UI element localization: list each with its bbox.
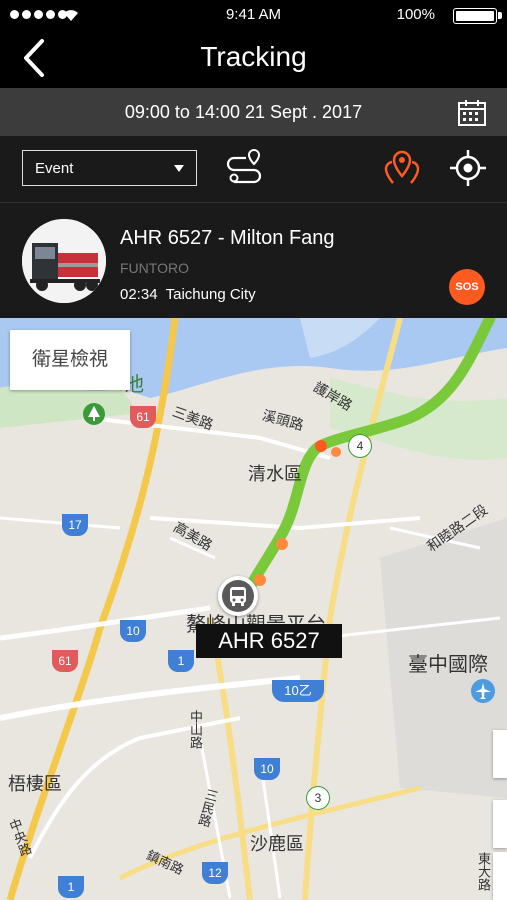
- route-icon[interactable]: [224, 148, 264, 188]
- date-range-bar: 09:00 to 14:00 21 Sept . 2017: [0, 88, 507, 136]
- status-bar: 9:41 AM 100%: [0, 0, 507, 30]
- vehicle-photo: [22, 219, 106, 303]
- map-view[interactable]: 清水區 沙鹿區 梧棲區 臺中國際 鰲峰山觀景平台 三美路 高美路 溪頭路 護岸路…: [0, 318, 507, 900]
- calendar-icon[interactable]: [457, 98, 487, 128]
- park-icon: [83, 403, 105, 425]
- multi-pin-icon[interactable]: [382, 148, 422, 188]
- road-shield: 10: [120, 620, 146, 642]
- satellite-view-button[interactable]: 衛星檢視: [10, 330, 130, 390]
- map-label: 梧棲區: [8, 774, 62, 794]
- road-shield: 3: [306, 786, 330, 810]
- map-label: 中山路: [188, 710, 203, 749]
- nav-bar: Tracking: [0, 30, 507, 88]
- road-shield: 61: [52, 650, 78, 672]
- bus-marker-icon[interactable]: [218, 576, 258, 616]
- vehicle-name: AHR 6527 - Milton Fang: [120, 227, 335, 249]
- vehicle-plate-label: AHR 6527: [196, 624, 342, 658]
- map-side-control[interactable]: [493, 852, 507, 900]
- map-side-control[interactable]: [493, 730, 507, 778]
- vehicle-company: FUNTORO: [120, 260, 189, 276]
- controls-bar: Event: [0, 136, 507, 203]
- map-label: 臺中國際: [408, 654, 488, 676]
- road-shield: 61: [130, 406, 156, 428]
- road-shield: 10乙: [272, 680, 324, 702]
- vehicle-location: 02:34 Taichung City: [120, 286, 256, 303]
- event-filter-select[interactable]: Event: [22, 150, 197, 186]
- map-side-control[interactable]: [493, 800, 507, 848]
- vehicle-time: 02:34: [120, 286, 158, 303]
- crosshair-icon[interactable]: [448, 148, 488, 188]
- chevron-down-icon: [174, 165, 184, 172]
- road-shield: 1: [168, 650, 194, 672]
- sos-button[interactable]: SOS: [449, 269, 485, 305]
- date-range: 09:00 to 14:00 21 Sept . 2017: [124, 102, 363, 122]
- map-label: 沙鹿區: [250, 834, 304, 854]
- road-shield: 4: [348, 434, 372, 458]
- vehicle-card[interactable]: AHR 6527 - Milton Fang FUNTORO 02:34 Tai…: [0, 203, 507, 318]
- map-label: 清水區: [248, 464, 302, 484]
- vehicle-city: Taichung City: [165, 286, 256, 303]
- road-shield: 1: [58, 876, 84, 898]
- road-shield: 17: [62, 514, 88, 536]
- event-filter-value: Event: [35, 160, 74, 177]
- battery-icon: [453, 8, 497, 24]
- road-shield: 12: [202, 862, 228, 884]
- map-label: 東大路: [476, 852, 491, 891]
- page-title: Tracking: [200, 41, 307, 72]
- road-shield: 10: [254, 758, 280, 780]
- airport-icon: [471, 679, 495, 703]
- battery-percent: 100%: [396, 6, 435, 23]
